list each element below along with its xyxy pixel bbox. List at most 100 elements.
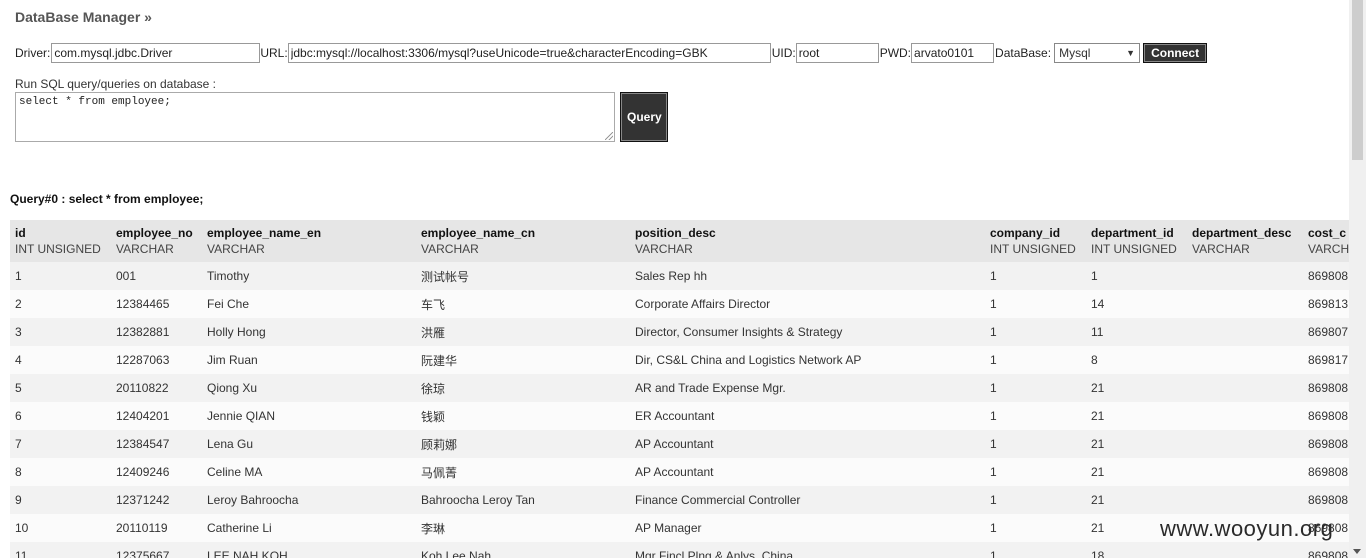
chevron-down-icon: ▼	[1126, 48, 1136, 58]
table-cell: 869808	[1308, 465, 1349, 479]
table-cell: 869808	[1308, 437, 1349, 451]
table-cell: 20110822	[116, 381, 169, 395]
table-cell: 徐琼	[421, 381, 446, 396]
connect-button[interactable]: Connect	[1143, 43, 1208, 63]
column-header-employee-name-en: employee_name_en VARCHAR	[202, 220, 416, 262]
column-type: VARCHAR	[421, 242, 479, 256]
table-row: 6 12404201 Jennie QIAN 钱颖 ER Accountant 1 21 86…	[10, 402, 1349, 430]
query-button[interactable]: Query	[620, 92, 668, 142]
table-cell: Bahroocha Leroy Tan	[421, 493, 535, 507]
column-header-employee-name-cn: employee_name_cn VARCHAR	[416, 220, 630, 262]
database-selected-value: Mysql	[1059, 46, 1091, 60]
query-result-title: Query#0 : select * from employee;	[10, 192, 204, 206]
pwd-label: PWD:	[879, 46, 912, 60]
table-cell: 钱颖	[421, 409, 446, 424]
table-cell: 8	[1091, 353, 1098, 367]
column-header-cost-c: cost_c VARCH	[1303, 220, 1349, 262]
database-label: DataBase:	[995, 46, 1052, 60]
table-cell: 1	[990, 297, 997, 311]
connection-bar: Driver: URL: UID: PWD: DataBase: Mysql ▼…	[15, 42, 1208, 64]
table-cell: 12384547	[116, 437, 170, 451]
table-body: 1 001 Timothy 测试帐号 Sales Rep hh 1 1 869808 2 1238…	[10, 262, 1349, 558]
result-table-container: id INT UNSIGNED employee_no VARCHAR employee…	[10, 220, 1349, 558]
table-cell: Corporate Affairs Director	[635, 297, 771, 311]
table-cell: 12404201	[116, 409, 170, 423]
database-select[interactable]: Mysql ▼	[1054, 43, 1141, 63]
table-cell: Holly Hong	[207, 325, 266, 339]
table-cell: 1	[990, 381, 997, 395]
table-cell	[1187, 374, 1303, 402]
table-cell: 1	[990, 465, 997, 479]
table-cell: 1	[990, 549, 997, 558]
driver-input[interactable]	[51, 43, 261, 63]
table-cell: 1	[990, 269, 997, 283]
result-table: id INT UNSIGNED employee_no VARCHAR employee…	[10, 220, 1349, 558]
pwd-input[interactable]	[911, 43, 995, 63]
sql-textarea[interactable]: select * from employee;	[15, 92, 615, 142]
table-cell: 20110119	[116, 521, 168, 535]
table-row: 4 12287063 Jim Ruan 阮建华 Dir, CS&L China and …	[10, 346, 1349, 374]
table-cell: 14	[1091, 297, 1105, 311]
scrollbar-thumb[interactable]	[1352, 0, 1363, 160]
table-cell: AP Accountant	[635, 465, 714, 479]
table-row: 2 12384465 Fei Che 车飞 Corporate Affairs Dire…	[10, 290, 1349, 318]
table-cell: Qiong Xu	[207, 381, 258, 395]
column-name: employee_name_en	[207, 226, 322, 240]
table-cell: Fei Che	[207, 297, 250, 311]
table-cell: 12384465	[116, 297, 170, 311]
table-cell: 869813	[1308, 297, 1349, 311]
table-cell: AP Manager	[635, 521, 702, 535]
uid-input[interactable]	[795, 43, 879, 63]
table-cell: 1	[990, 437, 997, 451]
table-cell	[1187, 542, 1303, 558]
table-cell: 12371242	[116, 493, 170, 507]
table-cell: Lena Gu	[207, 437, 254, 451]
column-type: INT UNSIGNED	[990, 242, 1076, 256]
table-cell: 11	[15, 549, 28, 558]
table-cell: 21	[1091, 381, 1105, 395]
column-type: INT UNSIGNED	[15, 242, 101, 256]
table-cell: 869808	[1308, 493, 1349, 507]
table-cell: 2	[15, 297, 22, 311]
table-cell: 顾莉娜	[421, 437, 458, 452]
table-cell: 869808	[1308, 549, 1349, 558]
table-row: 1 001 Timothy 测试帐号 Sales Rep hh 1 1 869808	[10, 262, 1349, 290]
column-name: position_desc	[635, 226, 716, 240]
resize-grip-icon[interactable]	[605, 132, 613, 140]
vertical-scrollbar[interactable]	[1349, 0, 1366, 558]
table-cell: ER Accountant	[635, 409, 715, 423]
url-input[interactable]	[287, 43, 771, 63]
table-cell: 1	[990, 409, 997, 423]
table-row: 7 12384547 Lena Gu 顾莉娜 AP Accountant 1 21 86980…	[10, 430, 1349, 458]
table-cell: Leroy Bahroocha	[207, 493, 299, 507]
table-cell: 18	[1091, 549, 1105, 558]
table-cell: 12409246	[116, 465, 170, 479]
page-title: DataBase Manager »	[15, 9, 152, 25]
column-name: cost_c	[1308, 226, 1347, 240]
table-cell: 001	[116, 269, 137, 283]
table-header-row: id INT UNSIGNED employee_no VARCHAR employee…	[10, 220, 1349, 262]
table-cell	[1187, 430, 1303, 458]
table-cell: Jim Ruan	[207, 353, 258, 367]
table-cell	[1187, 402, 1303, 430]
table-cell: Finance Commercial Controller	[635, 493, 801, 507]
driver-label: Driver:	[15, 46, 51, 60]
table-cell: 869807	[1308, 325, 1349, 339]
table-cell	[1187, 346, 1303, 374]
table-cell: 11	[1091, 325, 1104, 339]
table-row: 11 12375667 LEE NAH KOH Koh Lee Nah Mgr Finc…	[10, 542, 1349, 558]
table-row: 8 12409246 Celine MA 马佩菁 AP Accountant 1 21 869…	[10, 458, 1349, 486]
table-cell: 869817	[1308, 353, 1349, 367]
column-name: company_id	[990, 226, 1061, 240]
column-name: id	[15, 226, 26, 240]
table-cell	[1187, 318, 1303, 346]
table-cell: 21	[1091, 409, 1105, 423]
table-cell: 1	[990, 353, 997, 367]
table-cell: LEE NAH KOH	[207, 549, 288, 558]
column-header-company-id: company_id INT UNSIGNED	[985, 220, 1086, 262]
table-cell: 12382881	[116, 325, 170, 339]
table-cell: 7	[15, 437, 22, 451]
scroll-down-arrow-icon[interactable]	[1353, 549, 1361, 554]
column-type: VARCHAR	[207, 242, 265, 256]
table-cell: 1	[990, 521, 997, 535]
